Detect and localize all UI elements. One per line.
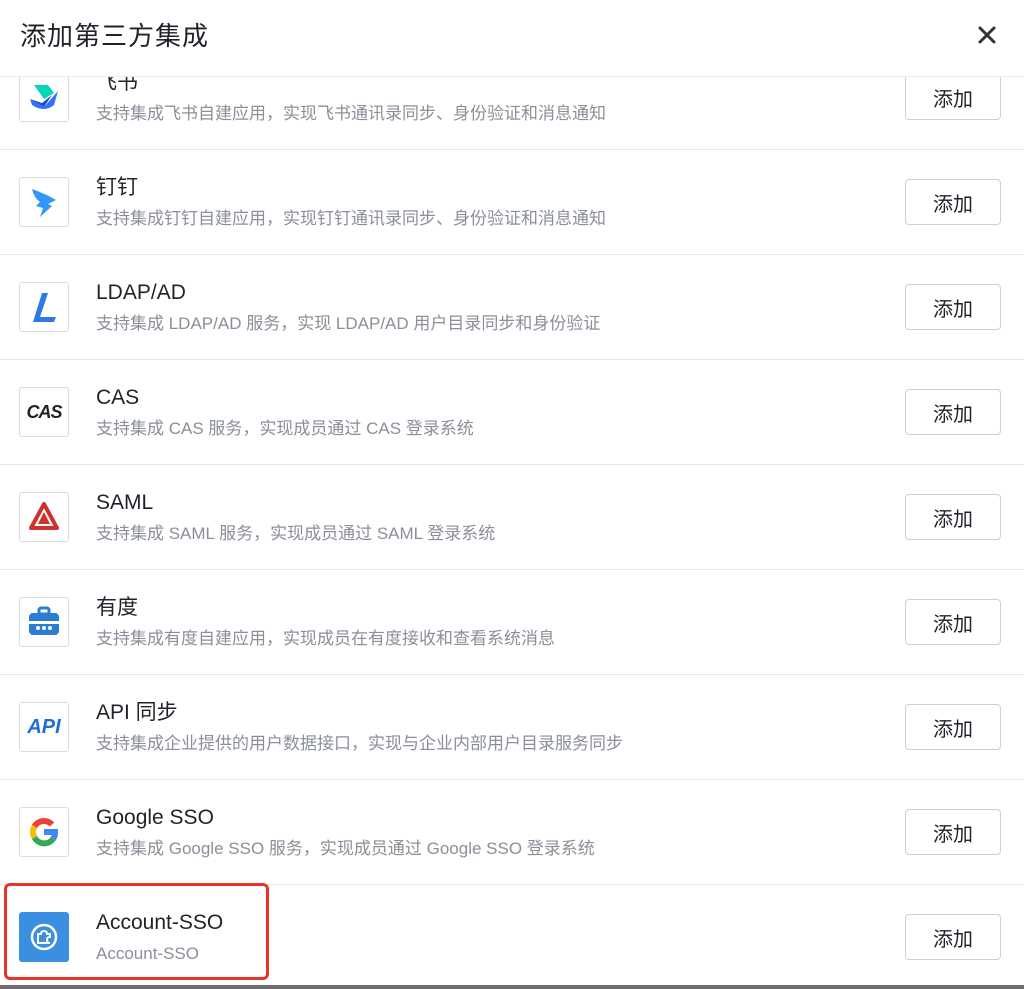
bottom-edge [0, 985, 1024, 989]
google-logo-icon [19, 807, 69, 857]
add-api-sync-button[interactable]: 添加 [905, 704, 1001, 750]
integration-item-cas: CAS CAS 支持集成 CAS 服务，实现成员通过 CAS 登录系统 添加 [0, 360, 1024, 465]
add-cas-button[interactable]: 添加 [905, 389, 1001, 435]
integration-item-saml: SAML 支持集成 SAML 服务，实现成员通过 SAML 登录系统 添加 [0, 465, 1024, 570]
cas-logo-text: CAS [26, 401, 62, 422]
close-icon[interactable] [972, 20, 1002, 50]
youdu-logo-icon [19, 597, 69, 647]
integration-description: 支持集成 Google SSO 服务，实现成员通过 Google SSO 登录系… [96, 839, 595, 858]
add-saml-button[interactable]: 添加 [905, 494, 1001, 540]
api-logo-icon: API [19, 702, 69, 752]
dialog-header: 添加第三方集成 [0, 0, 1024, 77]
add-google-sso-button[interactable]: 添加 [905, 809, 1001, 855]
integration-description: 支持集成企业提供的用户数据接口，实现与企业内部用户目录服务同步 [96, 734, 623, 753]
dingtalk-logo-icon [19, 177, 69, 227]
integration-name: CAS [96, 386, 140, 409]
integration-item-ldap: LDAP/AD 支持集成 LDAP/AD 服务，实现 LDAP/AD 用户目录同… [0, 255, 1024, 360]
integration-name: LDAP/AD [96, 281, 186, 304]
integration-description: 支持集成有度自建应用，实现成员在有度接收和查看系统消息 [96, 629, 555, 648]
cas-logo-icon: CAS [19, 387, 69, 437]
feishu-logo-icon [19, 72, 69, 122]
integration-name: Account-SSO [96, 911, 224, 934]
add-account-sso-button[interactable]: 添加 [905, 914, 1001, 960]
integration-item-account-sso: Account-SSO Account-SSO 添加 [0, 885, 1024, 989]
integration-item-youdu: 有度 支持集成有度自建应用，实现成员在有度接收和查看系统消息 添加 [0, 570, 1024, 675]
integration-description: 支持集成 CAS 服务，实现成员通过 CAS 登录系统 [96, 419, 474, 438]
integration-item-api-sync: API API 同步 支持集成企业提供的用户数据接口，实现与企业内部用户目录服务… [0, 675, 1024, 780]
integration-name: SAML [96, 491, 154, 514]
add-integration-dialog: 飞书 支持集成飞书自建应用，实现飞书通讯录同步、身份验证和消息通知 添加 钉钉 … [0, 0, 1024, 989]
saml-logo-icon [19, 492, 69, 542]
integration-description: 支持集成钉钉自建应用，实现钉钉通讯录同步、身份验证和消息通知 [96, 209, 606, 228]
integration-description: Account-SSO [96, 944, 199, 963]
integration-description: 支持集成 LDAP/AD 服务，实现 LDAP/AD 用户目录同步和身份验证 [96, 314, 601, 333]
api-logo-text: API [27, 715, 61, 738]
integration-description: 支持集成飞书自建应用，实现飞书通讯录同步、身份验证和消息通知 [96, 104, 606, 123]
integration-item-google-sso: Google SSO 支持集成 Google SSO 服务，实现成员通过 Goo… [0, 780, 1024, 885]
account-sso-logo-icon [19, 912, 69, 962]
integration-list: 飞书 支持集成飞书自建应用，实现飞书通讯录同步、身份验证和消息通知 添加 钉钉 … [0, 45, 1024, 989]
add-dingtalk-button[interactable]: 添加 [905, 179, 1001, 225]
dialog-title: 添加第三方集成 [20, 21, 210, 51]
integration-name: 有度 [96, 596, 138, 619]
integration-name: API 同步 [96, 701, 178, 724]
ldap-logo-icon [19, 282, 69, 332]
integration-item-dingtalk: 钉钉 支持集成钉钉自建应用，实现钉钉通讯录同步、身份验证和消息通知 添加 [0, 150, 1024, 255]
integration-description: 支持集成 SAML 服务，实现成员通过 SAML 登录系统 [96, 524, 496, 543]
add-youdu-button[interactable]: 添加 [905, 599, 1001, 645]
add-feishu-button[interactable]: 添加 [905, 74, 1001, 120]
integration-name: 钉钉 [96, 176, 138, 199]
integration-name: Google SSO [96, 806, 214, 829]
add-ldap-button[interactable]: 添加 [905, 284, 1001, 330]
